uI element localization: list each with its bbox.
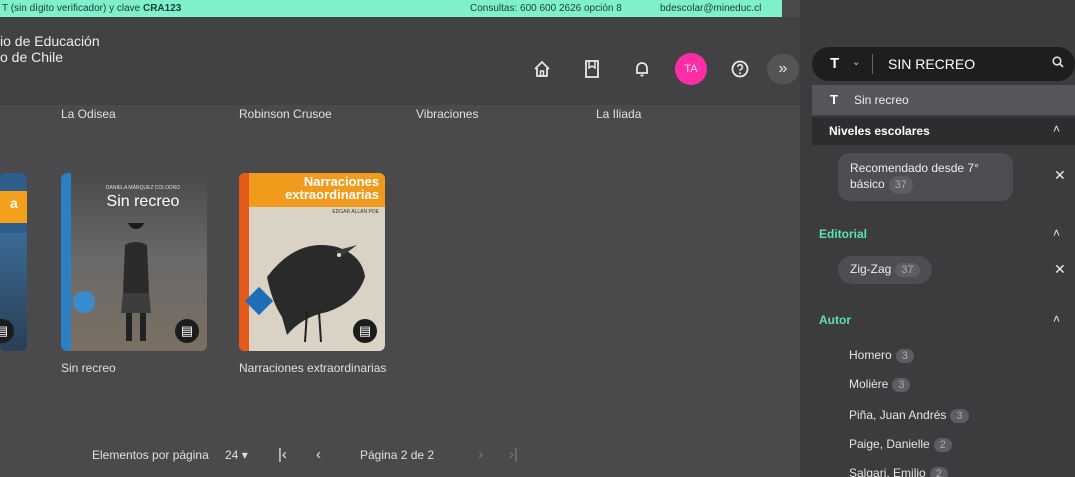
chevron-down-icon[interactable]: ⌄ <box>852 57 860 68</box>
author-option[interactable]: Piña, Juan Andrés 3 <box>849 408 969 423</box>
per-page-select[interactable]: 24 ▾ <box>225 448 248 462</box>
page-indicator: Página 2 de 2 <box>360 448 435 462</box>
section-editorial-title[interactable]: Editorial <box>819 227 867 241</box>
per-page-label: Elementos por página <box>92 448 209 462</box>
section-autor-title[interactable]: Autor <box>819 313 851 327</box>
search-icon[interactable] <box>1052 56 1064 71</box>
author-option[interactable]: Homero 3 <box>849 348 914 363</box>
search-type-icon[interactable]: T <box>830 55 839 72</box>
suggestion-label: Sin recreo <box>854 93 909 107</box>
filter-chip-nivel[interactable]: Recomendado desde 7° básico 37 <box>838 153 1013 201</box>
author-option[interactable]: Molière 3 <box>849 377 911 392</box>
bookmark-icon[interactable] <box>580 57 604 81</box>
last-page-icon: ›| <box>509 446 518 463</box>
close-icon[interactable]: ✕ <box>1054 261 1066 278</box>
author-option[interactable]: Paige, Danielle 2 <box>849 437 952 452</box>
chevron-up-icon[interactable]: ˄ <box>1053 122 1060 136</box>
support-email[interactable]: bdescolar@mineduc.cl <box>660 0 761 17</box>
bell-icon[interactable] <box>630 57 654 81</box>
filter-chip-editorial[interactable]: Zig-Zag 37 <box>838 256 932 284</box>
next-page-icon: › <box>478 446 483 463</box>
home-icon[interactable] <box>530 57 554 81</box>
book-title-top[interactable]: Vibraciones <box>416 107 478 121</box>
book-title-top[interactable]: La Iliada <box>596 107 641 121</box>
document-icon[interactable]: ▤ <box>175 319 199 343</box>
expand-panel-button[interactable]: » <box>767 54 799 84</box>
search-input[interactable]: SIN RECREO <box>888 56 975 72</box>
book-title-narraciones[interactable]: Narraciones extraordinarias <box>239 360 389 376</box>
search-divider <box>872 54 873 74</box>
book-cover-narraciones[interactable]: Narraciones extraordinarias EDGAR ALLAN … <box>239 173 385 351</box>
info-bar: T (sin dígito verificador) y clave CRA12… <box>0 0 782 17</box>
chevron-up-icon[interactable]: ˄ <box>1053 226 1060 240</box>
book-title-top[interactable]: Robinson Crusoe <box>239 107 332 121</box>
document-icon[interactable]: ▤ <box>353 319 377 343</box>
book-title-top[interactable]: La Odisea <box>61 107 116 121</box>
book-title-sin-recreo[interactable]: Sin recreo <box>61 360 116 376</box>
search-suggestion[interactable]: T Sin recreo <box>812 85 1075 115</box>
author-option[interactable]: Salgari, Emilio 2 <box>849 466 948 477</box>
close-icon[interactable]: ✕ <box>1054 167 1066 184</box>
org-name: io de Educación o de Chile <box>0 33 100 65</box>
title-type-icon: T <box>830 92 838 107</box>
support-phone: Consultas: 600 600 2626 opción 8 <box>470 3 622 14</box>
prev-page-icon[interactable]: ‹ <box>316 446 321 463</box>
login-hint: T (sin dígito verificador) y clave CRA12… <box>2 3 182 14</box>
chevron-up-icon[interactable]: ˄ <box>1053 312 1060 326</box>
search-bar[interactable]: T ⌄ SIN RECREO <box>812 47 1075 81</box>
caret-down-icon: ▾ <box>241 448 248 462</box>
first-page-icon[interactable]: |‹ <box>278 446 287 463</box>
help-icon[interactable] <box>728 57 752 81</box>
book-cover-partial[interactable]: a ▤ <box>0 173 27 351</box>
double-chevron-right-icon: » <box>778 60 788 77</box>
book-cover-sin-recreo[interactable]: DANIELA MÁRQUEZ COLODRO Sin recreo ▤ <box>61 173 207 351</box>
section-niveles-title[interactable]: Niveles escolares <box>829 124 930 138</box>
user-avatar[interactable]: TA <box>675 53 707 85</box>
